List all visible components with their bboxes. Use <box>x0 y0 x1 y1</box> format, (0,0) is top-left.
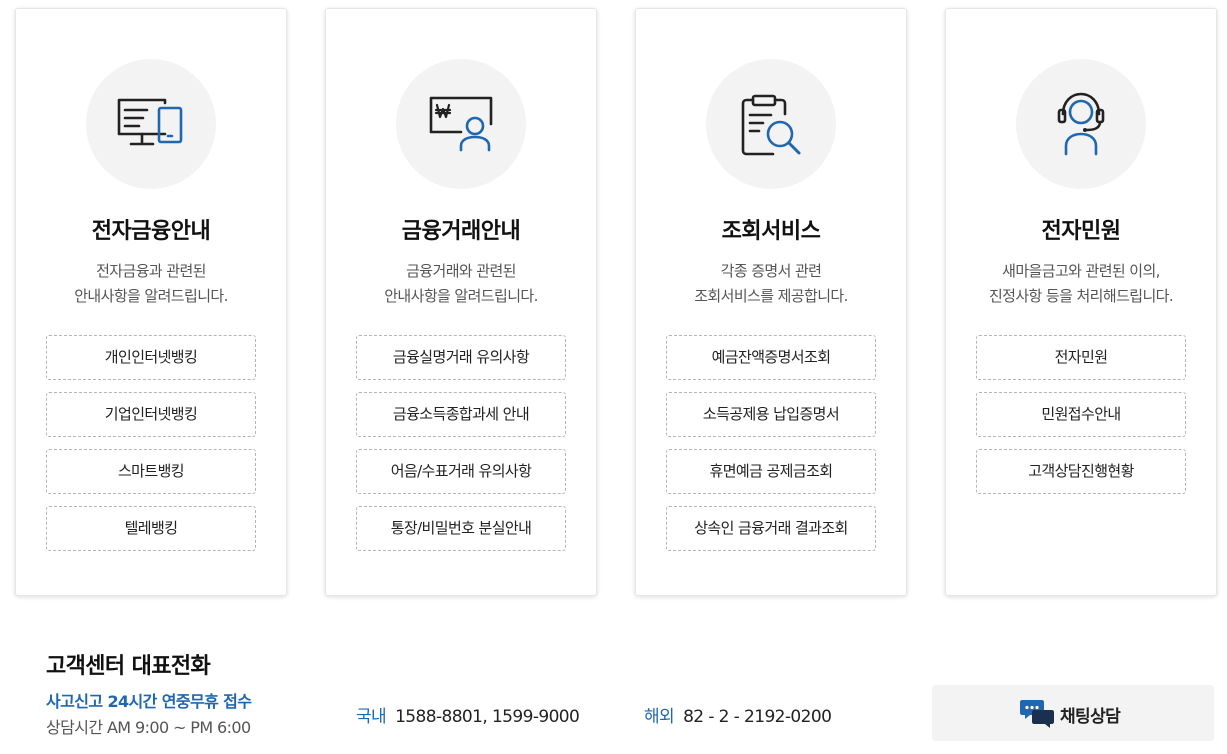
card-desc-line: 전자금융과 관련된 <box>96 262 206 280</box>
service-cards: 전자금융안내 전자금융과 관련된 안내사항을 알려드립니다. 개인인터넷뱅킹 기… <box>0 0 1227 600</box>
real-name-transaction-button[interactable]: 금융실명거래 유의사항 <box>356 335 566 380</box>
chat-consultation-button[interactable]: 채팅상담 <box>932 685 1214 741</box>
corporate-internet-banking-button[interactable]: 기업인터넷뱅킹 <box>46 392 256 437</box>
overseas-phone: 해외 82 - 2 - 2192-0200 <box>644 702 832 727</box>
card-title: 조회서비스 <box>721 219 821 244</box>
passbook-password-loss-button[interactable]: 통장/비밀번호 분실안내 <box>356 506 566 551</box>
card-button-list: 전자민원 민원접수안내 고객상담진행현황 <box>976 335 1186 506</box>
card-title: 전자민원 <box>1041 219 1121 244</box>
card-description: 전자금융과 관련된 안내사항을 알려드립니다. <box>16 259 286 309</box>
heir-transaction-inquiry-button[interactable]: 상속인 금융거래 결과조회 <box>666 506 876 551</box>
consultation-hours: 상담시간 AM 9:00 ~ PM 6:00 <box>46 718 251 737</box>
card-title: 금융거래안내 <box>401 219 521 244</box>
card-button-list: 개인인터넷뱅킹 기업인터넷뱅킹 스마트뱅킹 텔레뱅킹 <box>46 335 256 563</box>
card-button-list: 예금잔액증명서조회 소득공제용 납입증명서 휴면예금 공제금조회 상속인 금융거… <box>666 335 876 563</box>
bill-check-transaction-button[interactable]: 어음/수표거래 유의사항 <box>356 449 566 494</box>
tax-deduction-certificate-button[interactable]: 소득공제용 납입증명서 <box>666 392 876 437</box>
won-person-board-icon <box>429 96 493 152</box>
overseas-number: 82 - 2 - 2192-0200 <box>683 707 832 727</box>
chat-bubbles-icon <box>1020 700 1054 728</box>
consultation-status-button[interactable]: 고객상담진행현황 <box>976 449 1186 494</box>
card-button-list: 금융실명거래 유의사항 금융소득종합과세 안내 어음/수표거래 유의사항 통장/… <box>356 335 566 563</box>
chat-button-label: 채팅상담 <box>1060 707 1121 727</box>
financial-income-tax-button[interactable]: 금융소득종합과세 안내 <box>356 392 566 437</box>
headset-agent-icon <box>1057 92 1105 156</box>
card-title: 전자금융안내 <box>91 219 211 244</box>
card-electronic-finance: 전자금융안내 전자금융과 관련된 안내사항을 알려드립니다. 개인인터넷뱅킹 기… <box>15 8 287 596</box>
card-desc-line: 안내사항을 알려드립니다. <box>74 287 228 305</box>
card-financial-transaction: 금융거래안내 금융거래와 관련된 안내사항을 알려드립니다. 금융실명거래 유의… <box>325 8 597 596</box>
card-description: 새마을금고와 관련된 이의, 진정사항 등을 처리해드립니다. <box>946 259 1216 309</box>
tele-banking-button[interactable]: 텔레뱅킹 <box>46 506 256 551</box>
card-desc-line: 새마을금고와 관련된 이의, <box>1002 262 1160 280</box>
card-desc-line: 금융거래와 관련된 <box>406 262 516 280</box>
card-desc-line: 안내사항을 알려드립니다. <box>384 287 538 305</box>
icon-circle <box>86 59 216 189</box>
icon-circle <box>706 59 836 189</box>
accident-report-notice: 사고신고 24시간 연중무휴 접수 <box>46 692 252 711</box>
card-electronic-complaint: 전자민원 새마을금고와 관련된 이의, 진정사항 등을 처리해드립니다. 전자민… <box>945 8 1217 596</box>
icon-circle <box>396 59 526 189</box>
domestic-phone: 국내 1588-8801, 1599-9000 <box>356 702 580 727</box>
card-desc-line: 각종 증명서 관련 <box>720 262 822 280</box>
card-description: 각종 증명서 관련 조회서비스를 제공합니다. <box>636 259 906 309</box>
deposit-balance-certificate-button[interactable]: 예금잔액증명서조회 <box>666 335 876 380</box>
electronic-complaint-button[interactable]: 전자민원 <box>976 335 1186 380</box>
personal-internet-banking-button[interactable]: 개인인터넷뱅킹 <box>46 335 256 380</box>
clipboard-search-icon <box>741 94 801 156</box>
customer-center-title: 고객센터 대표전화 <box>46 654 211 679</box>
overseas-label: 해외 <box>644 707 675 727</box>
smart-banking-button[interactable]: 스마트뱅킹 <box>46 449 256 494</box>
icon-circle <box>1016 59 1146 189</box>
card-description: 금융거래와 관련된 안내사항을 알려드립니다. <box>326 259 596 309</box>
card-desc-line: 조회서비스를 제공합니다. <box>694 287 848 305</box>
domestic-label: 국내 <box>356 707 387 727</box>
complaint-receipt-guide-button[interactable]: 민원접수안내 <box>976 392 1186 437</box>
card-desc-line: 진정사항 등을 처리해드립니다. <box>988 287 1174 305</box>
domestic-number: 1588-8801, 1599-9000 <box>395 707 580 727</box>
card-inquiry-service: 조회서비스 각종 증명서 관련 조회서비스를 제공합니다. 예금잔액증명서조회 … <box>635 8 907 596</box>
dormant-deposit-inquiry-button[interactable]: 휴면예금 공제금조회 <box>666 449 876 494</box>
monitor-tablet-icon <box>117 98 183 146</box>
customer-center-footer: 고객센터 대표전화 사고신고 24시간 연중무휴 접수 상담시간 AM 9:00… <box>0 630 1227 754</box>
